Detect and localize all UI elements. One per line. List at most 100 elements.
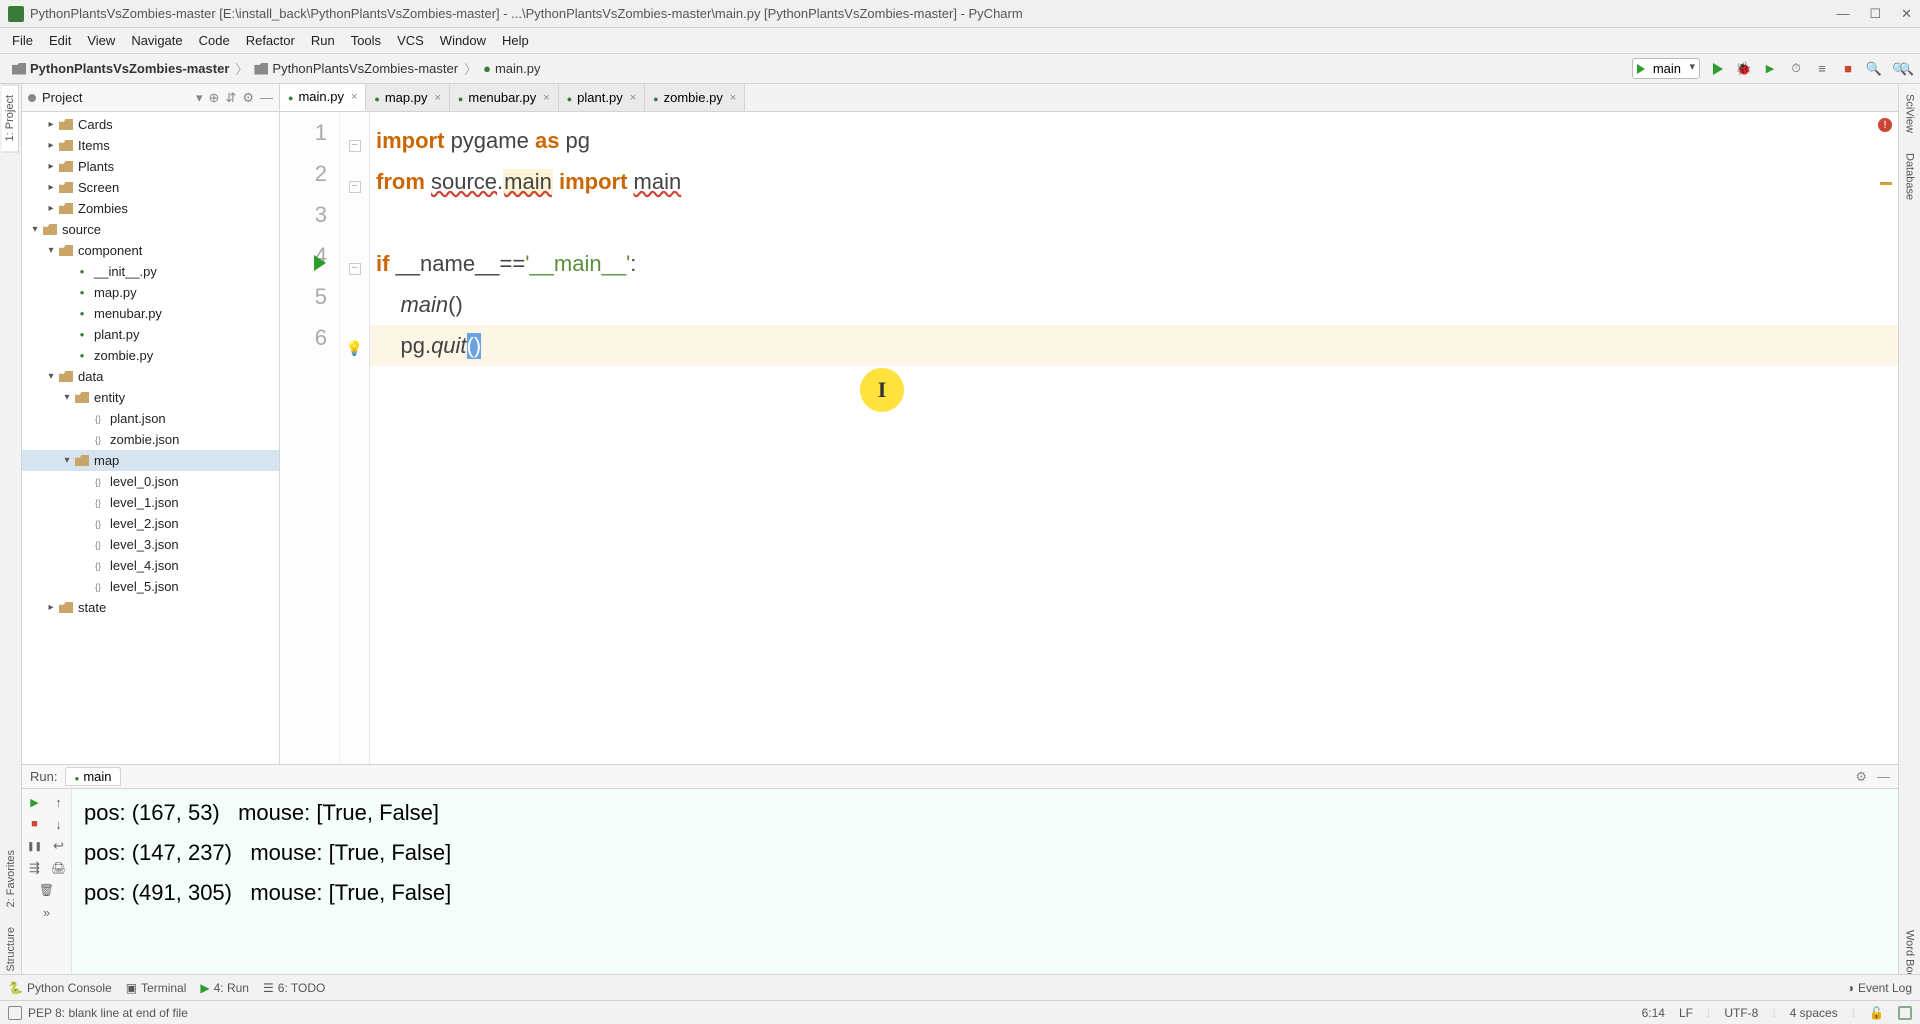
bulb-icon[interactable]	[346, 333, 363, 359]
tree-node[interactable]: ▾component	[22, 240, 279, 261]
tree-node[interactable]: ▸Items	[22, 135, 279, 156]
tree-node[interactable]: ▸Plants	[22, 156, 279, 177]
tab-run[interactable]: ▶ 4: Run	[200, 981, 249, 995]
close-tab-icon[interactable]: ×	[351, 91, 357, 103]
find-everywhere-button[interactable]	[1892, 61, 1914, 77]
menu-navigate[interactable]: Navigate	[123, 30, 190, 51]
tree-node[interactable]: level_4.json	[22, 555, 279, 576]
more-button[interactable]: »	[38, 903, 56, 921]
tab-eventlog[interactable]: ◑ Event Log	[1847, 981, 1912, 995]
tree-node[interactable]: ▾entity	[22, 387, 279, 408]
tree-node[interactable]: level_0.json	[22, 471, 279, 492]
console[interactable]: pos: (167, 53) mouse: [True, False] pos:…	[72, 789, 1898, 994]
concurrency-button[interactable]	[1814, 61, 1830, 77]
fold-icon[interactable]	[349, 251, 361, 277]
locate-icon[interactable]: ⊕	[209, 90, 220, 106]
tree-node[interactable]: ▾map	[22, 450, 279, 471]
menu-file[interactable]: File	[4, 30, 41, 51]
indent[interactable]: 4 spaces	[1790, 1006, 1838, 1020]
tree-node[interactable]: menubar.py	[22, 303, 279, 324]
run-config-select[interactable]: main	[1632, 58, 1700, 79]
rerun-button[interactable]	[26, 793, 44, 811]
tree-node[interactable]: ▾data	[22, 366, 279, 387]
menu-view[interactable]: View	[79, 30, 123, 51]
tree-node[interactable]: ▸Screen	[22, 177, 279, 198]
crumb-file[interactable]: ● main.py	[477, 61, 546, 76]
menu-run[interactable]: Run	[303, 30, 343, 51]
tab-python-console[interactable]: 🐍 Python Console	[8, 981, 112, 995]
layout-button[interactable]	[26, 859, 44, 877]
tree-node[interactable]: map.py	[22, 282, 279, 303]
tab-sciview[interactable]: SciView	[1902, 84, 1918, 143]
minimize-icon[interactable]: —	[1836, 6, 1849, 22]
tree-node[interactable]: level_3.json	[22, 534, 279, 555]
chevron-down-icon[interactable]: ▾	[196, 90, 203, 106]
menu-tools[interactable]: Tools	[343, 30, 389, 51]
close-icon[interactable]: ✕	[1901, 6, 1912, 22]
error-stripe-icon[interactable]: !	[1878, 118, 1892, 132]
readonly-icon[interactable]	[1869, 1006, 1884, 1020]
print-button[interactable]	[50, 859, 68, 877]
menu-edit[interactable]: Edit	[41, 30, 79, 51]
fold-icon[interactable]	[349, 169, 361, 195]
debug-button[interactable]	[1736, 61, 1752, 77]
tree-node[interactable]: ▸Cards	[22, 114, 279, 135]
view-mode-icon[interactable]	[28, 94, 36, 102]
editor-tab[interactable]: zombie.py×	[645, 84, 745, 111]
menu-window[interactable]: Window	[432, 30, 494, 51]
coverage-button[interactable]	[1762, 61, 1778, 77]
close-tab-icon[interactable]: ×	[543, 92, 549, 104]
tree-node[interactable]: ▾source	[22, 219, 279, 240]
stop-button[interactable]	[1840, 61, 1856, 77]
menu-help[interactable]: Help	[494, 30, 537, 51]
inspections-icon[interactable]	[1898, 1006, 1912, 1020]
down-button[interactable]	[50, 815, 68, 833]
tree-node[interactable]: level_5.json	[22, 576, 279, 597]
run-gutter-icon[interactable]	[314, 251, 326, 277]
editor-tab[interactable]: main.py×	[280, 84, 366, 111]
stop-button[interactable]	[26, 815, 44, 833]
tab-favorites[interactable]: 2: Favorites	[3, 840, 19, 917]
editor-tab[interactable]: map.py×	[366, 84, 450, 111]
crumb-root[interactable]: PythonPlantsVsZombies-master	[6, 61, 235, 76]
tab-project[interactable]: 1: Project	[2, 84, 19, 152]
search-button[interactable]	[1866, 61, 1882, 77]
tree-node[interactable]: plant.py	[22, 324, 279, 345]
run-tab[interactable]: main	[65, 767, 120, 786]
tab-terminal[interactable]: ▣ Terminal	[126, 981, 187, 995]
gear-icon[interactable]: ⚙	[242, 90, 254, 106]
pause-button[interactable]	[26, 837, 44, 855]
code-area[interactable]: import pygame as pg from source.main imp…	[370, 112, 1898, 764]
tree-node[interactable]: level_2.json	[22, 513, 279, 534]
crumb-1[interactable]: PythonPlantsVsZombies-master	[248, 61, 464, 76]
tab-todo[interactable]: ☰ 6: TODO	[263, 981, 325, 995]
line-separator[interactable]: LF	[1679, 1006, 1693, 1020]
tree-node[interactable]: plant.json	[22, 408, 279, 429]
run-button[interactable]	[1710, 61, 1726, 77]
up-button[interactable]	[50, 793, 68, 811]
hide-icon[interactable]: —	[260, 90, 273, 105]
tree-node[interactable]: ▸Zombies	[22, 198, 279, 219]
tree-node[interactable]: level_1.json	[22, 492, 279, 513]
close-tab-icon[interactable]: ×	[630, 92, 636, 104]
tree-node[interactable]: ▸state	[22, 597, 279, 618]
caret-position[interactable]: 6:14	[1642, 1006, 1665, 1020]
hide-icon[interactable]: —	[1877, 769, 1890, 785]
menu-vcs[interactable]: VCS	[389, 30, 432, 51]
menu-code[interactable]: Code	[191, 30, 238, 51]
maximize-icon[interactable]: ☐	[1869, 6, 1881, 22]
clear-button[interactable]	[38, 881, 56, 899]
project-tree[interactable]: ▸Cards▸Items▸Plants▸Screen▸Zombies▾sourc…	[22, 112, 279, 764]
gear-icon[interactable]: ⚙	[1855, 769, 1867, 785]
editor[interactable]: 123456 import pygame as pg from source.m…	[280, 112, 1898, 764]
tree-node[interactable]: __init__.py	[22, 261, 279, 282]
editor-tab[interactable]: menubar.py×	[450, 84, 559, 111]
editor-tab[interactable]: plant.py×	[559, 84, 645, 111]
toolwindow-toggle-icon[interactable]	[8, 1006, 22, 1020]
close-tab-icon[interactable]: ×	[434, 92, 440, 104]
tree-node[interactable]: zombie.py	[22, 345, 279, 366]
tree-node[interactable]: zombie.json	[22, 429, 279, 450]
fold-icon[interactable]	[349, 128, 361, 154]
menu-refactor[interactable]: Refactor	[238, 30, 303, 51]
close-tab-icon[interactable]: ×	[730, 92, 736, 104]
